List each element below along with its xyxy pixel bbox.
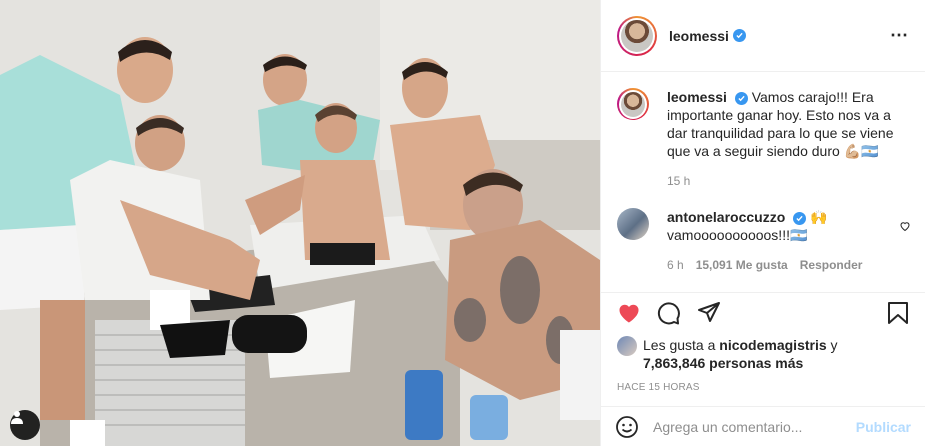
post-header: leomessi ⋯ (601, 0, 925, 72)
author-username[interactable]: leomessi (669, 28, 729, 44)
heart-icon[interactable] (617, 301, 641, 325)
liker-avatar[interactable] (617, 336, 637, 356)
publish-button[interactable]: Publicar (856, 419, 911, 435)
comment-likes[interactable]: 15,091 Me gusta (696, 258, 788, 272)
user-tag-icon (11, 411, 23, 424)
likes-summary: Les gusta a nicodemagistris y 7,863,846 … (601, 332, 925, 376)
commenter-avatar[interactable] (617, 208, 649, 240)
comments-list: leomessi Vamos carajo!!! Era importante … (601, 72, 925, 292)
author-avatar[interactable] (617, 15, 657, 56)
share-icon[interactable] (697, 301, 721, 325)
caption-avatar[interactable] (617, 88, 649, 120)
emoji-icon[interactable] (615, 415, 639, 439)
caption: leomessi Vamos carajo!!! Era importante … (617, 88, 909, 188)
action-bar (601, 292, 925, 332)
comment-meta: 6 h 15,091 Me gusta Responder (667, 258, 862, 272)
caption-username[interactable]: leomessi (667, 89, 727, 105)
caption-text-block: leomessi Vamos carajo!!! Era importante … (667, 88, 909, 160)
comment-text: vamoooooooooos!!!🇦🇷 (667, 227, 808, 243)
likes-prefix: Les gusta a (643, 337, 716, 353)
post-timestamp[interactable]: HACE 15 HORAS (601, 376, 925, 406)
likes-connector: y (830, 337, 838, 353)
likes-count[interactable]: 7,863,846 personas más (643, 355, 803, 371)
caption-age[interactable]: 15 h (667, 174, 690, 188)
comment-input[interactable] (653, 418, 856, 435)
more-options-icon[interactable]: ⋯ (890, 25, 909, 46)
post-photo[interactable] (0, 0, 600, 446)
verified-badge-icon (732, 29, 746, 42)
author-username-block: leomessi (669, 28, 746, 44)
caption-meta: 15 h (667, 174, 909, 188)
comment-text-block: antonelaroccuzzo 🙌 vamoooooooooos!!!🇦🇷 (667, 208, 862, 244)
comment-icon[interactable] (657, 301, 681, 325)
comment-age[interactable]: 6 h (667, 258, 684, 272)
add-comment-bar: Publicar (601, 406, 925, 446)
post-side-panel: leomessi ⋯ leomessi Vamos carajo!!! Era … (600, 0, 925, 446)
liker-username[interactable]: nicodemagistris (719, 337, 826, 353)
commenter-username[interactable]: antonelaroccuzzo (667, 209, 785, 225)
save-icon[interactable] (887, 301, 909, 325)
comment-emoji: 🙌 (810, 209, 828, 225)
small-heart-icon[interactable] (899, 220, 911, 232)
likes-text-block: Les gusta a nicodemagistris y 7,863,846 … (643, 336, 838, 372)
reply-button[interactable]: Responder (800, 258, 863, 272)
comment-item: antonelaroccuzzo 🙌 vamoooooooooos!!!🇦🇷 6… (617, 208, 911, 272)
user-tag-button[interactable] (10, 410, 40, 440)
verified-badge-icon (793, 212, 807, 225)
verified-badge-icon (734, 92, 748, 105)
post-photo-illustration (0, 0, 600, 446)
